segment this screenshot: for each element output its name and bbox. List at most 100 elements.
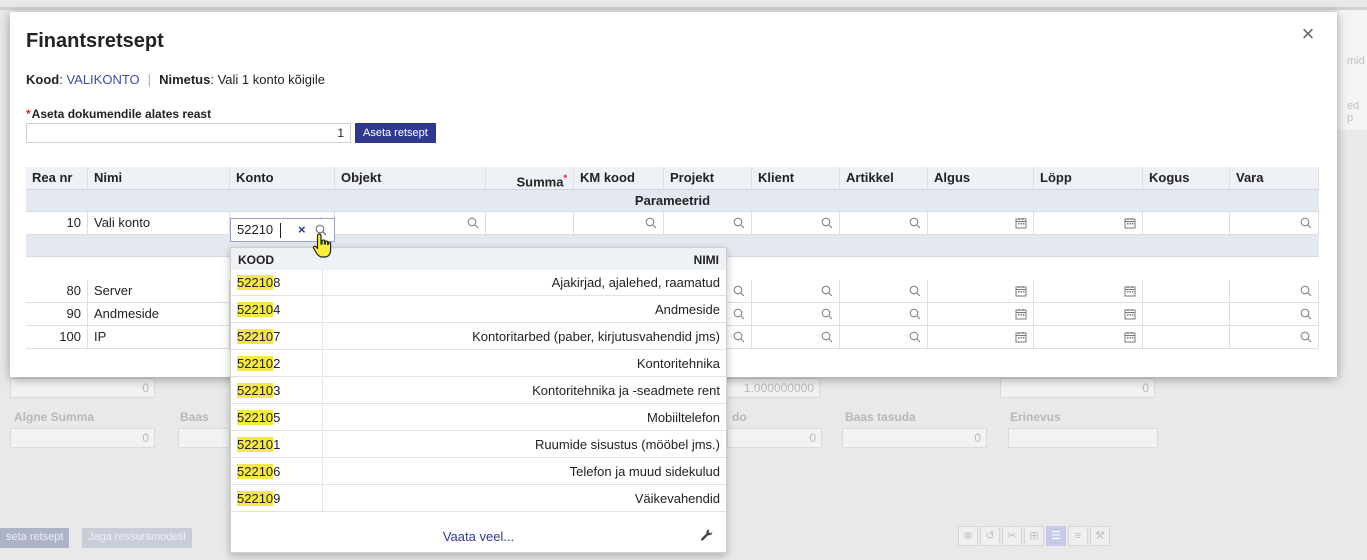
search-icon[interactable] [821,217,833,229]
column-header-kogus[interactable]: Kogus [1143,167,1230,190]
lookup-cell[interactable] [1230,212,1319,235]
date-cell[interactable] [928,303,1034,326]
date-cell[interactable] [1034,303,1143,326]
option-kood: 522105 [231,405,323,430]
column-header-lopp[interactable]: Löpp [1034,167,1143,190]
column-header-objekt[interactable]: Objekt [335,167,486,190]
option-kood: 522109 [231,486,323,511]
date-cell[interactable] [928,326,1034,349]
column-header-km-kood[interactable]: KM kood [574,167,664,190]
close-button[interactable]: × [1298,23,1318,45]
vaata-veel-link[interactable]: Vaata veel... [231,529,726,544]
search-icon[interactable] [909,285,921,297]
row-name-cell[interactable]: Server [88,280,230,303]
option-nimi: Telefon ja muud sidekulud [569,464,720,479]
lookup-cell[interactable] [1230,326,1319,349]
dropdown-option[interactable]: 522101 Ruumide sisustus (mööbel jms.) [231,432,726,458]
aseta-retsept-button[interactable]: Aseta retsept [355,123,436,143]
search-icon[interactable] [1300,331,1312,343]
row-name-cell[interactable]: Vali konto [88,212,230,235]
option-kood-suffix: 6 [273,464,281,479]
calendar-icon[interactable] [1015,285,1027,297]
start-row-input[interactable] [26,123,351,143]
dropdown-option[interactable]: 522105 Mobiiltelefon [231,405,726,431]
dropdown-option[interactable]: 522103 Kontoritehnika ja -seadmete rent [231,378,726,404]
kood-value-link[interactable]: VALIKONTO [66,72,139,87]
hand-cursor-icon [312,233,332,258]
date-cell[interactable] [1034,326,1143,349]
dropdown-option[interactable]: 522102 Kontoritehnika [231,351,726,377]
dropdown-header: KOOD NIMI [231,248,726,270]
calendar-icon[interactable] [1015,217,1027,229]
search-icon[interactable] [1300,285,1312,297]
background-field: 1.000000000 [720,378,820,398]
lookup-cell[interactable] [752,303,840,326]
calendar-icon[interactable] [1124,285,1136,297]
search-icon[interactable] [909,217,921,229]
date-cell[interactable] [928,212,1034,235]
dropdown-option[interactable]: 522104 Andmeside [231,297,726,323]
column-header-algus[interactable]: Algus [928,167,1034,190]
column-header-konto[interactable]: Konto [230,167,335,190]
lookup-cell[interactable] [335,212,486,235]
input-cell[interactable] [1143,212,1230,235]
clear-icon[interactable]: × [298,222,306,237]
wrench-icon[interactable] [700,528,714,542]
option-nimi: Kontoritehnika [636,356,720,371]
column-header-vara[interactable]: Vara [1230,167,1319,190]
date-cell[interactable] [1034,280,1143,303]
background-field: 0 [10,378,155,398]
search-icon[interactable] [821,285,833,297]
column-header-klient[interactable]: Klient [752,167,840,190]
column-header-nimi[interactable]: Nimi [88,167,230,190]
search-icon[interactable] [909,331,921,343]
dropdown-option[interactable]: 522109 Väikevahendid [231,486,726,512]
calendar-icon[interactable] [1015,308,1027,320]
dropdown-option[interactable]: 522106 Telefon ja muud sidekulud [231,459,726,485]
column-header-summa[interactable]: Summa* [486,167,574,190]
option-kood-suffix: 1 [273,437,281,452]
lookup-cell[interactable] [1230,280,1319,303]
search-icon[interactable] [733,217,745,229]
background-field [1008,428,1158,448]
search-icon[interactable] [821,308,833,320]
calendar-icon[interactable] [1124,217,1136,229]
date-cell[interactable] [928,280,1034,303]
dropdown-option[interactable]: 522107 Kontoritarbed (paber, kirjutusvahe… [231,324,726,350]
date-cell[interactable] [1034,212,1143,235]
search-icon[interactable] [1300,308,1312,320]
lookup-cell[interactable] [840,212,928,235]
row-name-cell[interactable]: IP [88,326,230,349]
background-tool-icon: ≡ [1068,526,1088,546]
search-icon[interactable] [733,285,745,297]
lookup-cell[interactable] [574,212,664,235]
search-icon[interactable] [821,331,833,343]
lookup-cell[interactable] [752,326,840,349]
search-icon[interactable] [733,308,745,320]
calendar-icon[interactable] [1015,331,1027,343]
search-icon[interactable] [909,308,921,320]
column-header-projekt[interactable]: Projekt [664,167,752,190]
search-icon[interactable] [645,217,657,229]
calendar-icon[interactable] [1124,331,1136,343]
search-icon[interactable] [1300,217,1312,229]
column-header-artikkel[interactable]: Artikkel [840,167,928,190]
calendar-icon[interactable] [1124,308,1136,320]
lookup-cell[interactable] [840,280,928,303]
input-cell[interactable] [486,212,574,235]
lookup-cell[interactable] [752,212,840,235]
lookup-cell[interactable] [752,280,840,303]
lookup-cell[interactable] [840,303,928,326]
table-header-row: Rea nr Nimi Konto Objekt Summa* KM kood … [26,167,1319,190]
input-cell[interactable] [1143,303,1230,326]
lookup-cell[interactable] [1230,303,1319,326]
input-cell[interactable] [1143,326,1230,349]
lookup-cell[interactable] [664,212,752,235]
lookup-cell[interactable] [840,326,928,349]
input-cell[interactable] [1143,280,1230,303]
column-header-rea-nr[interactable]: Rea nr [26,167,88,190]
search-icon[interactable] [733,331,745,343]
row-name-cell[interactable]: Andmeside [88,303,230,326]
search-icon[interactable] [467,217,479,229]
dropdown-option[interactable]: 522108 Ajakirjad, ajalehed, raamatud [231,270,726,296]
